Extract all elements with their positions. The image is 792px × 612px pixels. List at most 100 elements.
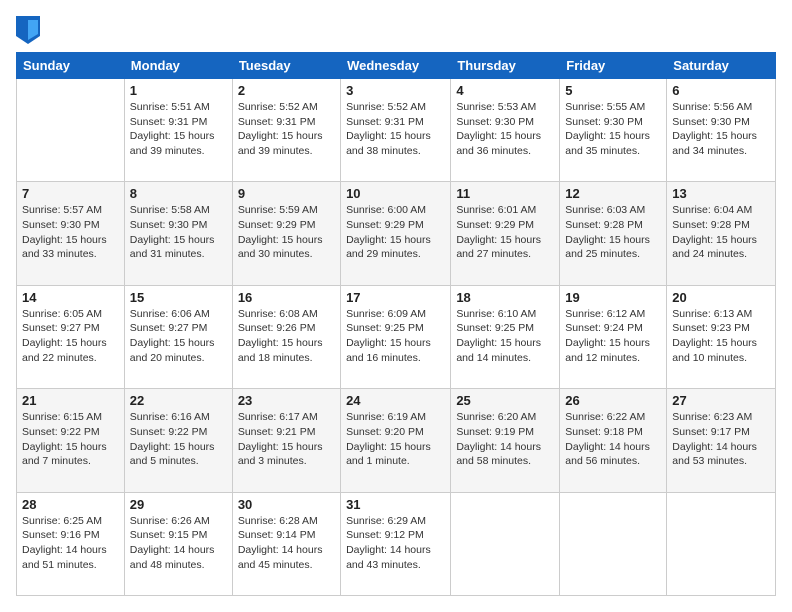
day-info: Sunrise: 5:58 AM Sunset: 9:30 PM Dayligh… bbox=[130, 203, 227, 262]
calendar-cell: 21Sunrise: 6:15 AM Sunset: 9:22 PM Dayli… bbox=[17, 389, 125, 492]
logo bbox=[16, 16, 44, 44]
calendar-cell: 12Sunrise: 6:03 AM Sunset: 9:28 PM Dayli… bbox=[560, 182, 667, 285]
day-info: Sunrise: 6:08 AM Sunset: 9:26 PM Dayligh… bbox=[238, 307, 335, 366]
day-number: 9 bbox=[238, 186, 335, 201]
day-info: Sunrise: 6:29 AM Sunset: 9:12 PM Dayligh… bbox=[346, 514, 445, 573]
day-number: 15 bbox=[130, 290, 227, 305]
day-info: Sunrise: 6:04 AM Sunset: 9:28 PM Dayligh… bbox=[672, 203, 770, 262]
day-info: Sunrise: 6:01 AM Sunset: 9:29 PM Dayligh… bbox=[456, 203, 554, 262]
day-info: Sunrise: 5:53 AM Sunset: 9:30 PM Dayligh… bbox=[456, 100, 554, 159]
calendar-cell: 17Sunrise: 6:09 AM Sunset: 9:25 PM Dayli… bbox=[341, 285, 451, 388]
day-number: 31 bbox=[346, 497, 445, 512]
calendar-cell: 14Sunrise: 6:05 AM Sunset: 9:27 PM Dayli… bbox=[17, 285, 125, 388]
day-header-wednesday: Wednesday bbox=[341, 53, 451, 79]
calendar-cell bbox=[17, 79, 125, 182]
calendar-cell: 7Sunrise: 5:57 AM Sunset: 9:30 PM Daylig… bbox=[17, 182, 125, 285]
day-number: 18 bbox=[456, 290, 554, 305]
day-header-monday: Monday bbox=[124, 53, 232, 79]
day-number: 30 bbox=[238, 497, 335, 512]
week-row-1: 7Sunrise: 5:57 AM Sunset: 9:30 PM Daylig… bbox=[17, 182, 776, 285]
day-number: 29 bbox=[130, 497, 227, 512]
day-number: 17 bbox=[346, 290, 445, 305]
day-info: Sunrise: 6:16 AM Sunset: 9:22 PM Dayligh… bbox=[130, 410, 227, 469]
day-number: 13 bbox=[672, 186, 770, 201]
day-info: Sunrise: 6:15 AM Sunset: 9:22 PM Dayligh… bbox=[22, 410, 119, 469]
calendar-cell: 20 Sunrise: 6:13 AM Sunset: 9:23 PM Dayli… bbox=[667, 285, 776, 388]
day-info: Sunrise: 6:19 AM Sunset: 9:20 PM Dayligh… bbox=[346, 410, 445, 469]
calendar-cell: 3 Sunrise: 5:52 AM Sunset: 9:31 PM Daylig… bbox=[341, 79, 451, 182]
day-header-saturday: Saturday bbox=[667, 53, 776, 79]
logo-icon bbox=[16, 16, 40, 44]
day-info: Sunrise: 6:17 AM Sunset: 9:21 PM Dayligh… bbox=[238, 410, 335, 469]
day-number: 6 bbox=[672, 83, 770, 98]
day-number: 8 bbox=[130, 186, 227, 201]
day-number: 11 bbox=[456, 186, 554, 201]
calendar-cell: 28Sunrise: 6:25 AM Sunset: 9:16 PM Dayli… bbox=[17, 492, 125, 595]
day-number: 3 bbox=[346, 83, 445, 98]
day-info: Sunrise: 6:03 AM Sunset: 9:28 PM Dayligh… bbox=[565, 203, 661, 262]
day-info: Sunrise: 5:57 AM Sunset: 9:30 PM Dayligh… bbox=[22, 203, 119, 262]
week-row-4: 28Sunrise: 6:25 AM Sunset: 9:16 PM Dayli… bbox=[17, 492, 776, 595]
day-number: 24 bbox=[346, 393, 445, 408]
day-info: Sunrise: 6:06 AM Sunset: 9:27 PM Dayligh… bbox=[130, 307, 227, 366]
calendar-cell bbox=[667, 492, 776, 595]
day-info: Sunrise: 6:25 AM Sunset: 9:16 PM Dayligh… bbox=[22, 514, 119, 573]
week-row-2: 14Sunrise: 6:05 AM Sunset: 9:27 PM Dayli… bbox=[17, 285, 776, 388]
calendar-cell: 8 Sunrise: 5:58 AM Sunset: 9:30 PM Daylig… bbox=[124, 182, 232, 285]
day-number: 10 bbox=[346, 186, 445, 201]
calendar-cell: 9Sunrise: 5:59 AM Sunset: 9:29 PM Daylig… bbox=[232, 182, 340, 285]
day-info: Sunrise: 6:13 AM Sunset: 9:23 PM Dayligh… bbox=[672, 307, 770, 366]
day-info: Sunrise: 6:23 AM Sunset: 9:17 PM Dayligh… bbox=[672, 410, 770, 469]
day-info: Sunrise: 5:55 AM Sunset: 9:30 PM Dayligh… bbox=[565, 100, 661, 159]
calendar-cell: 15 Sunrise: 6:06 AM Sunset: 9:27 PM Dayli… bbox=[124, 285, 232, 388]
calendar-cell bbox=[560, 492, 667, 595]
calendar: SundayMondayTuesdayWednesdayThursdayFrid… bbox=[16, 52, 776, 596]
day-header-friday: Friday bbox=[560, 53, 667, 79]
calendar-cell: 29 Sunrise: 6:26 AM Sunset: 9:15 PM Dayli… bbox=[124, 492, 232, 595]
day-info: Sunrise: 6:22 AM Sunset: 9:18 PM Dayligh… bbox=[565, 410, 661, 469]
day-info: Sunrise: 6:10 AM Sunset: 9:25 PM Dayligh… bbox=[456, 307, 554, 366]
week-row-3: 21Sunrise: 6:15 AM Sunset: 9:22 PM Dayli… bbox=[17, 389, 776, 492]
calendar-body: 1Sunrise: 5:51 AM Sunset: 9:31 PM Daylig… bbox=[17, 79, 776, 596]
day-number: 23 bbox=[238, 393, 335, 408]
day-info: Sunrise: 5:52 AM Sunset: 9:31 PM Dayligh… bbox=[238, 100, 335, 159]
day-info: Sunrise: 6:28 AM Sunset: 9:14 PM Dayligh… bbox=[238, 514, 335, 573]
day-info: Sunrise: 6:00 AM Sunset: 9:29 PM Dayligh… bbox=[346, 203, 445, 262]
day-number: 26 bbox=[565, 393, 661, 408]
calendar-cell: 19Sunrise: 6:12 AM Sunset: 9:24 PM Dayli… bbox=[560, 285, 667, 388]
header bbox=[16, 16, 776, 44]
day-info: Sunrise: 5:56 AM Sunset: 9:30 PM Dayligh… bbox=[672, 100, 770, 159]
calendar-cell: 26 Sunrise: 6:22 AM Sunset: 9:18 PM Dayli… bbox=[560, 389, 667, 492]
calendar-cell: 1Sunrise: 5:51 AM Sunset: 9:31 PM Daylig… bbox=[124, 79, 232, 182]
calendar-cell: 24 Sunrise: 6:19 AM Sunset: 9:20 PM Dayli… bbox=[341, 389, 451, 492]
day-number: 27 bbox=[672, 393, 770, 408]
day-number: 16 bbox=[238, 290, 335, 305]
calendar-cell: 30 Sunrise: 6:28 AM Sunset: 9:14 PM Dayli… bbox=[232, 492, 340, 595]
calendar-cell: 5 Sunrise: 5:55 AM Sunset: 9:30 PM Daylig… bbox=[560, 79, 667, 182]
day-number: 1 bbox=[130, 83, 227, 98]
calendar-cell: 6 Sunrise: 5:56 AM Sunset: 9:30 PM Daylig… bbox=[667, 79, 776, 182]
calendar-cell: 11 Sunrise: 6:01 AM Sunset: 9:29 PM Dayli… bbox=[451, 182, 560, 285]
day-info: Sunrise: 6:05 AM Sunset: 9:27 PM Dayligh… bbox=[22, 307, 119, 366]
day-header-thursday: Thursday bbox=[451, 53, 560, 79]
day-info: Sunrise: 5:52 AM Sunset: 9:31 PM Dayligh… bbox=[346, 100, 445, 159]
calendar-cell bbox=[451, 492, 560, 595]
day-number: 25 bbox=[456, 393, 554, 408]
day-number: 2 bbox=[238, 83, 335, 98]
day-number: 4 bbox=[456, 83, 554, 98]
calendar-cell: 4 Sunrise: 5:53 AM Sunset: 9:30 PM Daylig… bbox=[451, 79, 560, 182]
calendar-cell: 2 Sunrise: 5:52 AM Sunset: 9:31 PM Daylig… bbox=[232, 79, 340, 182]
day-header-sunday: Sunday bbox=[17, 53, 125, 79]
calendar-cell: 22 Sunrise: 6:16 AM Sunset: 9:22 PM Dayli… bbox=[124, 389, 232, 492]
calendar-cell: 13 Sunrise: 6:04 AM Sunset: 9:28 PM Dayli… bbox=[667, 182, 776, 285]
day-info: Sunrise: 6:26 AM Sunset: 9:15 PM Dayligh… bbox=[130, 514, 227, 573]
calendar-cell: 23 Sunrise: 6:17 AM Sunset: 9:21 PM Dayli… bbox=[232, 389, 340, 492]
day-info: Sunrise: 6:12 AM Sunset: 9:24 PM Dayligh… bbox=[565, 307, 661, 366]
calendar-cell: 27 Sunrise: 6:23 AM Sunset: 9:17 PM Dayli… bbox=[667, 389, 776, 492]
calendar-cell: 10 Sunrise: 6:00 AM Sunset: 9:29 PM Dayli… bbox=[341, 182, 451, 285]
day-number: 22 bbox=[130, 393, 227, 408]
day-number: 5 bbox=[565, 83, 661, 98]
day-number: 20 bbox=[672, 290, 770, 305]
calendar-cell: 16 Sunrise: 6:08 AM Sunset: 9:26 PM Dayli… bbox=[232, 285, 340, 388]
header-row: SundayMondayTuesdayWednesdayThursdayFrid… bbox=[17, 53, 776, 79]
